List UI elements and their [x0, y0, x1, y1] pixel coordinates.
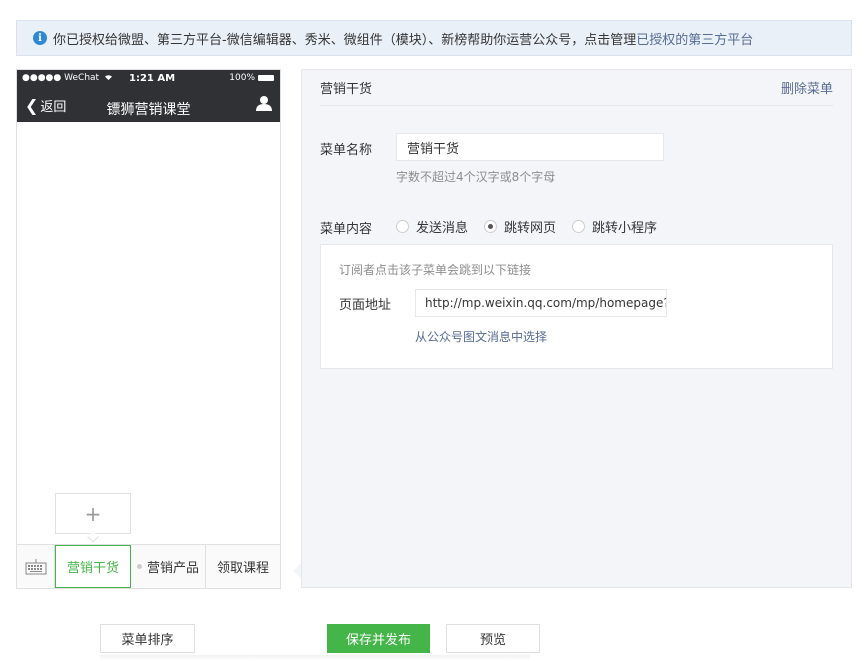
footer-shadow: [100, 655, 530, 661]
add-submenu-button[interactable]: +: [55, 493, 131, 534]
radio-label: 跳转网页: [504, 221, 557, 236]
menu-editor-panel: 营销干货 删除菜单 菜单名称 字数不超过4个汉字或8个字母 菜单内容 发送消息 …: [301, 69, 852, 588]
phone-preview: ●●●●● WeChat 1:21 AM 100% ❮ 返回 镖狮营销课堂 +: [16, 69, 281, 589]
account-title: 镖狮营销课堂: [106, 102, 191, 118]
keyboard-icon[interactable]: [17, 545, 55, 588]
keyboard-glyph: [25, 558, 46, 574]
radio-label: 发送消息: [416, 221, 469, 236]
phone-menu-bar: 营销干货 营销产品 领取课程: [17, 544, 280, 588]
menu-name-label: 菜单名称: [320, 143, 373, 158]
phone-header: ●●●●● WeChat 1:21 AM 100% ❮ 返回 镖狮营销课堂: [17, 70, 280, 122]
save-and-publish-button[interactable]: 保存并发布: [327, 624, 430, 653]
radio-label: 跳转小程序: [592, 221, 658, 236]
menu-name-hint: 字数不超过4个汉字或8个字母: [396, 170, 556, 184]
battery-status: 100%: [229, 73, 274, 83]
info-icon: i: [33, 31, 47, 45]
radio-send-message[interactable]: 发送消息: [396, 217, 468, 236]
page-url-input[interactable]: [415, 289, 667, 317]
radio-button-checked: [484, 220, 498, 233]
menu-name-input[interactable]: [396, 133, 664, 161]
battery-text: 100%: [229, 73, 255, 83]
authorized-platforms-link[interactable]: 已授权的第三方平台: [636, 29, 753, 48]
radio-button: [572, 220, 586, 233]
webpage-hint: 订阅者点击该子菜单会跳到以下链接: [339, 263, 532, 277]
sort-menu-button[interactable]: 菜单排序: [100, 624, 195, 653]
webpage-settings-box: 订阅者点击该子菜单会跳到以下链接 页面地址 从公众号图文消息中选择: [320, 244, 833, 369]
menu-content-label: 菜单内容: [320, 222, 373, 237]
battery-icon: [258, 75, 274, 81]
wifi-icon: [104, 75, 112, 81]
carrier-text: ●●●●● WeChat: [22, 73, 100, 83]
menu-tab-marketing-goods[interactable]: 营销干货: [55, 545, 131, 588]
dot-icon: [136, 564, 142, 569]
menu-tab-label: 营销产品: [146, 561, 199, 576]
carrier-status: ●●●●● WeChat: [22, 73, 113, 83]
menu-tab-get-course[interactable]: 领取课程: [206, 545, 280, 588]
status-time: 1:21 AM: [129, 73, 176, 84]
notice-text: 你已授权给微盟、第三方平台-微信编辑器、秀米、微组件（模块）、新榜帮助你运营公众…: [53, 32, 637, 48]
authorization-notice: i 你已授权给微盟、第三方平台-微信编辑器、秀米、微组件（模块）、新榜帮助你运营…: [16, 20, 852, 56]
radio-jump-miniprogram[interactable]: 跳转小程序: [572, 217, 657, 236]
delete-menu-link[interactable]: 删除菜单: [781, 78, 833, 97]
editor-header: 营销干货 删除菜单: [320, 70, 833, 106]
preview-button[interactable]: 预览: [446, 624, 540, 653]
menu-tab-marketing-products[interactable]: 营销产品: [131, 545, 206, 588]
menu-content-options: 发送消息 跳转网页 跳转小程序: [396, 217, 673, 236]
editor-pointer: [293, 563, 301, 579]
editor-title: 营销干货: [320, 82, 373, 97]
user-icon[interactable]: [256, 95, 272, 111]
choose-from-articles-link[interactable]: 从公众号图文消息中选择: [415, 328, 547, 345]
menu-tab-label: 领取课程: [216, 561, 269, 576]
page-url-label: 页面地址: [339, 298, 392, 313]
menu-tab-label: 营销干货: [66, 561, 119, 576]
radio-button: [396, 220, 409, 233]
radio-jump-webpage[interactable]: 跳转网页: [484, 217, 556, 236]
